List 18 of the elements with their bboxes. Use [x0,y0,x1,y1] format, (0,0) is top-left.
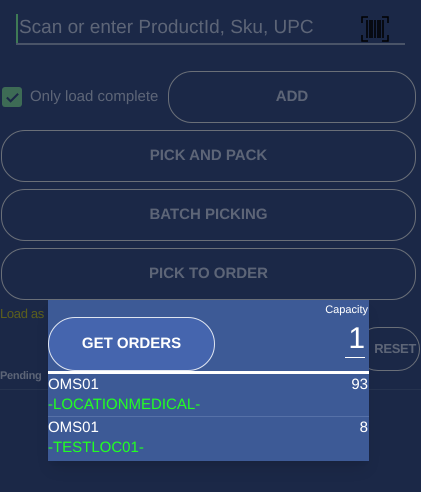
pick-and-pack-button[interactable]: PICK AND PACK [1,130,416,182]
add-button[interactable]: ADD [168,71,416,123]
pending-label: Pending [0,369,42,384]
load-label: Load as [0,305,44,323]
order-count: 93 [351,375,369,395]
capacity-field[interactable]: 1 [345,320,365,358]
order-name: OMS01 [48,418,99,438]
order-count: 8 [360,418,369,438]
capacity-label: Capacity [325,303,368,318]
checkbox-label: Only load complete [30,86,158,107]
order-location: -LOCATIONMEDICAL- [48,395,200,415]
order-location: -TESTLOC01- [48,438,144,458]
barcode-icon[interactable] [361,16,389,42]
search-field[interactable]: Scan or enter ProductId, Sku, UPC [16,14,361,43]
get-orders-button[interactable]: GET ORDERS [48,317,215,371]
order-name: OMS01 [48,375,99,395]
batch-picking-button[interactable]: BATCH PICKING [1,189,416,241]
checkbox[interactable] [2,87,22,107]
